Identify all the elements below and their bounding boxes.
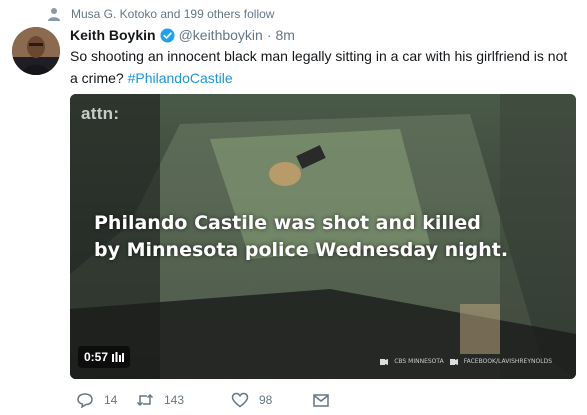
caption-line-1: Philando Castile was shot and killed	[94, 212, 481, 234]
tweet-header: Keith Boykin @keithboykin · 8m	[70, 27, 295, 43]
duration-text: 0:57	[84, 350, 109, 364]
tweet-actions: 14 143 98	[70, 391, 370, 409]
person-icon	[48, 8, 60, 21]
reply-icon	[77, 393, 93, 408]
hashtag-link[interactable]: #PhilandoCastile	[128, 70, 233, 86]
like-button[interactable]: 98	[231, 391, 272, 409]
envelope-icon	[313, 394, 329, 407]
credit-cbs: CBS MINNESOTA	[394, 358, 444, 365]
avatar[interactable]	[12, 27, 60, 75]
verified-badge-icon	[160, 27, 175, 43]
camera-icon	[380, 358, 389, 365]
tweet-text: So shooting an innocent black man legall…	[70, 45, 578, 89]
retweet-count: 143	[164, 393, 185, 407]
credit-facebook: FACEBOOK/LAVISHREYNOLDS	[463, 358, 552, 365]
video-caption: Philando Castile was shot and killed by …	[94, 210, 564, 264]
social-context-text: Musa G. Kotoko and 199 others follow	[71, 7, 275, 21]
video-credits: CBS MINNESOTA FACEBOOK/LAVISHREYNOLDS	[380, 358, 552, 365]
retweet-icon	[136, 393, 154, 407]
video-watermark: attn:	[81, 104, 120, 123]
tweet-timestamp[interactable]: 8m	[276, 27, 295, 43]
heart-icon	[231, 392, 249, 408]
video-duration: 0:57	[78, 346, 131, 368]
author-name[interactable]: Keith Boykin	[70, 27, 156, 43]
like-count: 98	[259, 393, 273, 407]
volume-bars-icon	[112, 352, 125, 362]
reply-button[interactable]: 14	[76, 391, 117, 409]
reply-count: 14	[104, 393, 118, 407]
camera-icon	[449, 358, 458, 365]
video-player[interactable]: attn: Philando Castile was shot and kill…	[70, 94, 576, 379]
direct-message-button[interactable]	[312, 391, 340, 409]
separator-dot: ·	[266, 27, 272, 43]
author-handle[interactable]: @keithboykin	[179, 27, 263, 43]
caption-line-2: by Minnesota police Wednesday night.	[94, 239, 509, 261]
retweet-button[interactable]: 143	[136, 391, 184, 409]
